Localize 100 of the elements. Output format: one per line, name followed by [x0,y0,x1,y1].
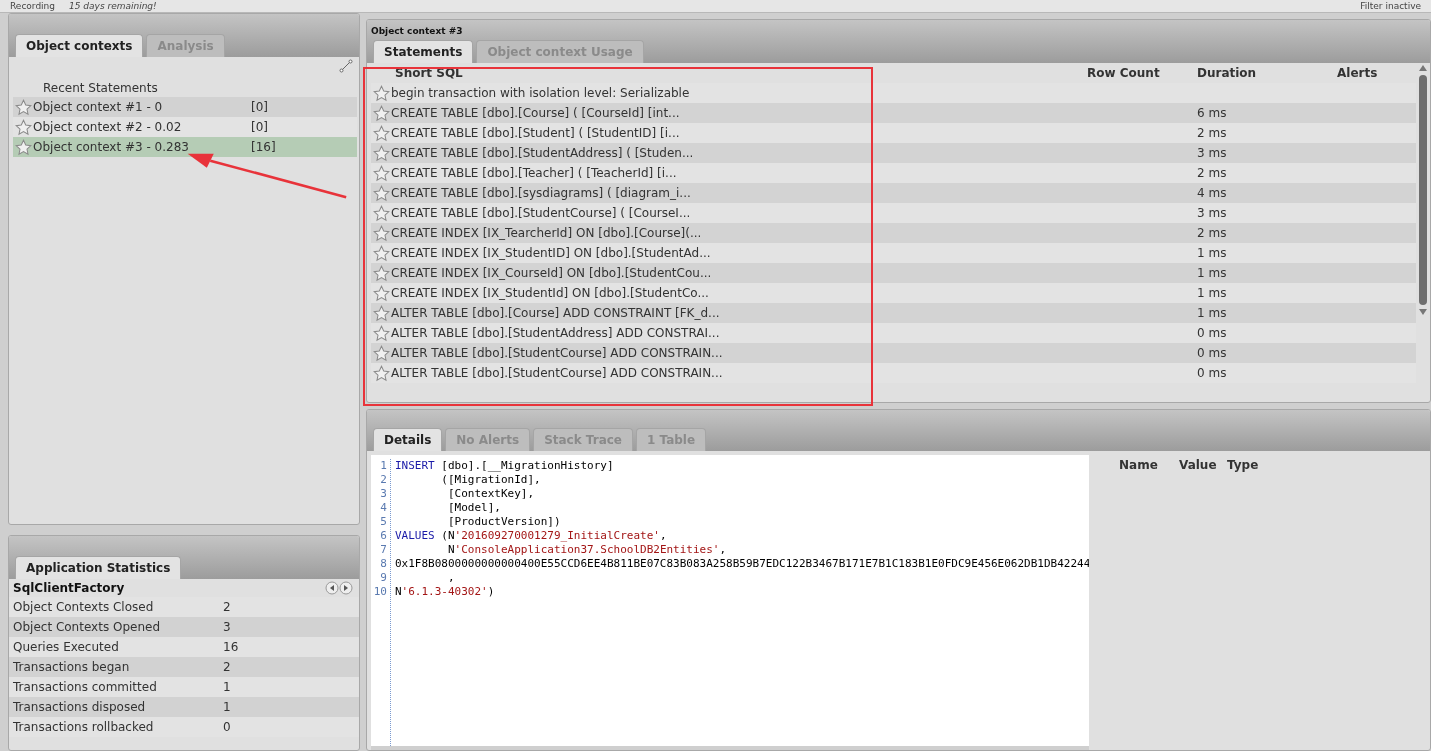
factory-name: SqlClientFactory [13,581,125,595]
statistic-value: 2 [223,660,232,674]
sql-cell-text: CREATE TABLE [dbo].[sysdiagrams] ( [diagram_i... [391,186,692,200]
previous-icon[interactable] [325,581,339,595]
star-icon[interactable] [15,118,32,136]
duration-cell-text: 1 ms [1197,286,1228,300]
line-number: 1 [380,459,387,473]
column-header[interactable]: Alerts [1337,66,1416,80]
sql-cell-text: CREATE TABLE [dbo].[Teacher] ( [TeacherId] [i... [391,166,678,180]
sql-editor[interactable] [371,455,1089,750]
duration-cell-text: 2 ms [1197,166,1228,180]
tab[interactable]: Details [373,428,443,451]
line-number: 9 [380,571,387,585]
next-icon[interactable] [339,581,353,595]
context-name: Object context #1 - 0 [33,100,164,114]
code-line: VALUES (N'201609270001279_InitialCreate', [394,529,668,543]
column-header[interactable]: Value [1179,458,1227,472]
scroll-down-icon[interactable] [1419,309,1427,315]
star-icon[interactable] [15,138,32,156]
statistic-label: Transactions rollbacked [13,720,155,734]
code-line: N'ConsoleApplication37.SchoolDB2Entities', [446,543,728,557]
duration-cell-text: 4 ms [1197,186,1228,200]
code-line: [ContextKey], [446,487,536,501]
code-line: ([MigrationId], [440,473,542,487]
statistic-label: Object Contexts Opened [13,620,162,634]
star-icon[interactable] [373,224,390,242]
duration-cell-text: 3 ms [1197,146,1228,160]
column-header[interactable]: Name [1119,458,1179,472]
statistic-label: Transactions disposed [13,700,147,714]
line-number: 5 [380,515,387,529]
code-line: , [446,571,456,585]
context-row[interactable]: Object context #1 - 0 [0] [13,97,357,117]
statistic-value: 1 [223,700,232,714]
statistic-value: 1 [223,680,232,694]
context-name: Object context #3 - 0.283 [33,140,190,154]
sql-cell-text: ALTER TABLE [dbo].[Course] ADD CONSTRAINT [FK_d... [391,306,721,320]
star-icon[interactable] [373,364,390,382]
statistic-label: Queries Executed [13,640,120,654]
statistic-value: 16 [223,640,240,654]
star-icon[interactable] [373,184,390,202]
sql-cell-text: CREATE INDEX [IX_StudentId] ON [dbo].[StudentCo... [391,286,710,300]
duration-cell-text: 1 ms [1197,266,1228,280]
tab[interactable]: Application Statistics [15,556,182,579]
star-icon[interactable] [373,204,390,222]
scroll-up-icon[interactable] [1419,65,1427,71]
star-icon[interactable] [373,324,390,342]
tab[interactable]: Object contexts [15,34,144,57]
star-icon[interactable] [373,124,390,142]
status-text: Recording [10,1,55,11]
filter-status: Filter inactive [1360,1,1421,11]
panel-title: Object context #3 [371,26,464,36]
duration-cell-text: 3 ms [1197,206,1228,220]
star-icon[interactable] [373,344,390,362]
statistic-value: 0 [223,720,232,734]
duration-cell-text: 2 ms [1197,126,1228,140]
sql-cell-text: ALTER TABLE [dbo].[StudentCourse] ADD CONSTRAIN... [391,346,724,360]
sql-cell-text: CREATE TABLE [dbo].[StudentCourse] ( [CourseI... [391,206,692,220]
sql-cell-text: CREATE INDEX [IX_CourseId] ON [dbo].[StudentCou... [391,266,713,280]
star-icon[interactable] [373,144,390,162]
sql-cell-text: ALTER TABLE [dbo].[StudentAddress] ADD CONSTRAI... [391,326,721,340]
context-name: Object context #2 - 0.02 [33,120,183,134]
code-line: [ProductVersion]) [446,515,562,529]
line-number: 10 [373,585,387,599]
statistic-label: Transactions began [13,660,131,674]
statement-count: [16] [251,140,277,154]
line-number: 4 [380,501,387,515]
expand-icon[interactable] [339,59,353,73]
line-number: 2 [380,473,387,487]
column-header[interactable]: Row Count [1087,66,1197,80]
sql-cell-text: begin transaction with isolation level: Serializable [391,86,691,100]
star-icon[interactable] [373,264,390,282]
statistic-value: 3 [223,620,232,634]
star-icon[interactable] [373,104,390,122]
star-icon[interactable] [15,98,32,116]
context-row[interactable]: Object context #3 - 0.283 [16] [13,137,357,157]
column-header[interactable]: Type [1227,458,1430,472]
tab[interactable]: Statements [373,40,474,63]
statement-count: [0] [251,100,269,114]
statistic-label: Transactions committed [13,680,158,694]
duration-cell-text: 6 ms [1197,106,1228,120]
code-line: 0x1F8B0800000000000400E55CCD6EE4B811BE07C83B083A258B59B7EDC122B3467B171E7B1C183B1E0FDC9E456E062DB1DB42244 [394,557,1089,571]
sql-cell-text: CREATE TABLE [dbo].[Course] ( [CourseId] [int... [391,106,681,120]
sql-cell-text: CREATE INDEX [IX_TearcherId] ON [dbo].[Course](... [391,226,703,240]
star-icon[interactable] [373,244,390,262]
code-line: N'6.1.3-40302') [394,585,496,599]
line-number: 7 [380,543,387,557]
column-header[interactable]: Duration [1197,66,1337,80]
statistic-value: 2 [223,600,232,614]
star-icon[interactable] [373,84,390,102]
code-line: INSERT [dbo].[__MigrationHistory] [394,459,615,473]
star-icon[interactable] [373,284,390,302]
line-number: 6 [380,529,387,543]
sql-cell-text: CREATE TABLE [dbo].[Student] ( [StudentID] [i... [391,126,681,140]
star-icon[interactable] [373,164,390,182]
duration-cell-text: 0 ms [1197,346,1228,360]
line-number: 8 [380,557,387,571]
sql-cell-text: ALTER TABLE [dbo].[StudentCourse] ADD CONSTRAIN... [391,366,724,380]
star-icon[interactable] [373,304,390,322]
list-heading: Recent Statements [43,81,158,95]
duration-cell-text: 1 ms [1197,306,1228,320]
